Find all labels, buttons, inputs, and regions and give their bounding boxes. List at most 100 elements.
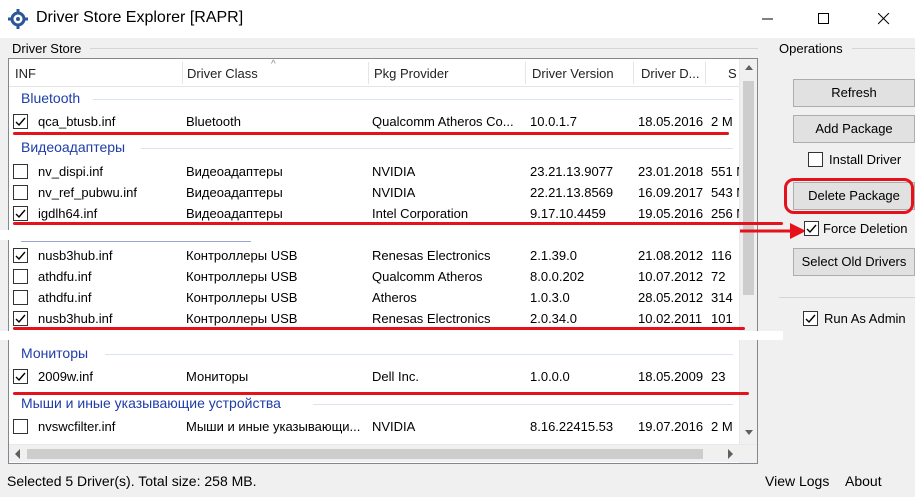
table-row[interactable]: 2009w.inf Мониторы Dell Inc. 1.0.0.0 18.… — [9, 366, 739, 387]
cell-class: Контроллеры USB — [186, 311, 298, 326]
maximize-icon — [818, 13, 829, 24]
group-header-bluetooth[interactable]: Bluetooth — [21, 90, 80, 106]
group-divider — [90, 48, 758, 49]
column-separator[interactable] — [368, 62, 369, 84]
cell-date: 16.09.2017 — [638, 185, 704, 200]
group-divider — [313, 404, 733, 405]
cell-class: Мыши и иные указывающи... — [186, 419, 361, 434]
vertical-scrollbar[interactable] — [739, 59, 757, 463]
scroll-down-icon[interactable] — [740, 423, 758, 441]
select-old-drivers-button[interactable]: Select Old Drivers — [793, 248, 915, 276]
cell-provider: Qualcomm Atheros — [372, 269, 483, 284]
table-row[interactable]: nusb3hub.inf Контроллеры USB Renesas Ele… — [9, 245, 739, 266]
row-checkbox[interactable] — [13, 248, 28, 263]
group-header-monitors[interactable]: Мониторы — [21, 345, 88, 361]
cell-size: 314 — [711, 290, 733, 305]
column-header-driver-date[interactable]: Driver D... — [641, 66, 700, 81]
cell-version: 9.17.10.4459 — [530, 206, 606, 221]
table-row[interactable]: igdlh64.inf Видеоадаптеры Intel Corporat… — [9, 203, 739, 224]
driver-store-group-label: Driver Store — [12, 41, 82, 56]
table-row[interactable]: nv_dispi.inf Видеоадаптеры NVIDIA 23.21.… — [9, 161, 739, 182]
column-separator[interactable] — [182, 62, 183, 84]
column-header-driver-class[interactable]: Driver Class — [187, 66, 258, 81]
add-package-button[interactable]: Add Package — [793, 115, 915, 143]
cell-version: 8.16.22415.53 — [530, 419, 614, 434]
cell-provider: NVIDIA — [372, 419, 416, 434]
horizontal-scrollbar[interactable] — [9, 444, 757, 462]
about-link[interactable]: About — [845, 473, 882, 489]
scroll-left-icon[interactable] — [9, 445, 27, 463]
table-row[interactable]: qca_btusb.inf Bluetooth Qualcomm Atheros… — [9, 111, 739, 132]
view-logs-link[interactable]: View Logs — [765, 473, 829, 489]
annotation-underline — [13, 132, 729, 135]
column-separator[interactable] — [633, 62, 634, 84]
cell-size: 101 — [711, 311, 733, 326]
row-checkbox[interactable] — [13, 164, 28, 179]
column-header-driver-version[interactable]: Driver Version — [532, 66, 614, 81]
table-row[interactable]: nvswcfilter.inf Мыши и иные указывающи..… — [9, 416, 739, 437]
row-checkbox[interactable] — [13, 269, 28, 284]
column-header-size[interactable]: S — [728, 66, 737, 81]
annotation-underline — [13, 392, 749, 395]
cell-date: 10.07.2012 — [638, 269, 704, 284]
cell-date: 23.01.2018 — [638, 164, 704, 179]
install-driver-checkbox[interactable] — [808, 152, 823, 167]
scrollbar-thumb[interactable] — [27, 449, 703, 459]
cell-date: 21.08.2012 — [638, 248, 704, 263]
group-divider — [779, 297, 915, 298]
cell-size: 23 — [711, 369, 726, 384]
driver-list[interactable]: INF Driver Class ^ Pkg Provider Driver V… — [8, 58, 758, 464]
install-driver-label: Install Driver — [829, 152, 902, 167]
cell-inf: nusb3hub.inf — [38, 248, 113, 263]
table-row[interactable]: nv_ref_pubwu.inf Видеоадаптеры NVIDIA 22… — [9, 182, 739, 203]
row-checkbox[interactable] — [13, 369, 28, 384]
cell-version: 1.0.3.0 — [530, 290, 570, 305]
row-checkbox[interactable] — [13, 419, 28, 434]
scroll-right-icon[interactable] — [721, 445, 739, 463]
cell-inf: athdfu.inf — [38, 269, 92, 284]
row-checkbox[interactable] — [13, 206, 28, 221]
table-row[interactable]: athdfu.inf Контроллеры USB Atheros 1.0.3… — [9, 287, 739, 308]
cell-date: 19.07.2016 — [638, 419, 704, 434]
annotation-highlight — [784, 178, 914, 214]
cell-class: Контроллеры USB — [186, 269, 298, 284]
refresh-button[interactable]: Refresh — [793, 79, 915, 107]
group-divider — [852, 48, 915, 49]
annotation-cover — [0, 331, 783, 340]
cell-version: 8.0.0.202 — [530, 269, 585, 284]
row-checkbox[interactable] — [13, 290, 28, 305]
scrollbar-thumb[interactable] — [743, 81, 754, 295]
cell-version: 1.0.0.0 — [530, 369, 570, 384]
table-row[interactable]: nusb3hub.inf Контроллеры USB Renesas Ele… — [9, 308, 739, 329]
column-header-pkg-provider[interactable]: Pkg Provider — [374, 66, 448, 81]
force-deletion-checkbox[interactable] — [804, 221, 819, 236]
column-separator[interactable] — [705, 62, 706, 84]
cell-version: 22.21.13.8569 — [530, 185, 614, 200]
cell-version: 23.21.13.9077 — [530, 164, 614, 179]
group-header-video-adapters[interactable]: Видеоадаптеры — [21, 139, 125, 155]
run-as-admin-checkbox[interactable] — [803, 311, 818, 326]
maximize-button[interactable] — [801, 0, 847, 38]
row-checkbox[interactable] — [13, 114, 28, 129]
cell-inf: igdlh64.inf — [38, 206, 98, 221]
cell-date: 18.05.2009 — [638, 369, 704, 384]
cell-version: 2.1.39.0 — [530, 248, 577, 263]
column-separator[interactable] — [525, 62, 526, 84]
row-checkbox[interactable] — [13, 185, 28, 200]
cell-provider: Intel Corporation — [372, 206, 469, 221]
group-divider — [105, 354, 733, 355]
table-row[interactable]: athdfu.inf Контроллеры USB Qualcomm Athe… — [9, 266, 739, 287]
cell-date: 10.02.2011 — [638, 311, 703, 326]
column-header-inf[interactable]: INF — [15, 66, 36, 81]
group-header-mice[interactable]: Мыши и иные указывающие устройства — [21, 395, 281, 411]
row-checkbox[interactable] — [13, 311, 28, 326]
minimize-button[interactable] — [745, 0, 791, 38]
sort-ascending-icon: ^ — [271, 59, 276, 70]
list-header: INF Driver Class ^ Pkg Provider Driver V… — [9, 59, 739, 87]
cell-class: Мониторы — [186, 369, 249, 384]
cell-version: 2.0.34.0 — [530, 311, 577, 326]
scroll-up-icon[interactable] — [740, 59, 758, 77]
annotation-underline — [13, 222, 783, 225]
cell-inf: nusb3hub.inf — [38, 311, 113, 326]
close-button[interactable] — [861, 0, 907, 38]
